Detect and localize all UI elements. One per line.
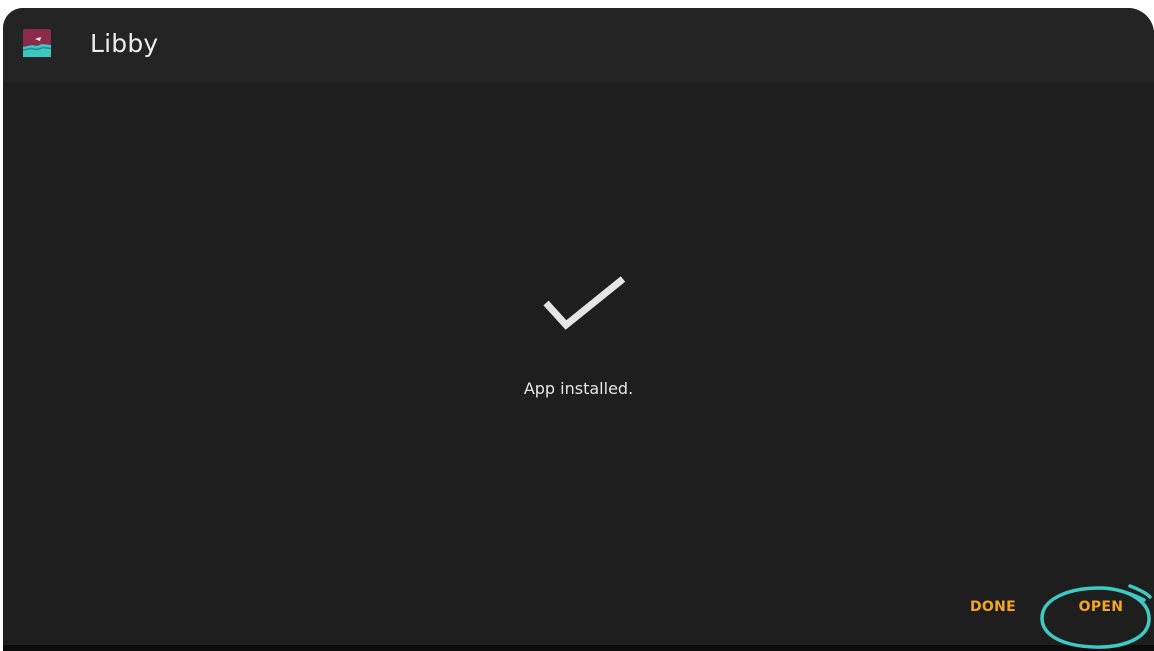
status-message: App installed. — [523, 379, 634, 398]
done-button[interactable]: DONE — [953, 592, 1033, 622]
dialog-content: App installed. DONE OPEN — [3, 82, 1154, 645]
open-button[interactable]: OPEN — [1061, 592, 1141, 622]
title-bar: Libby — [3, 8, 1154, 82]
bottom-edge — [3, 645, 1154, 651]
libby-app-icon — [23, 29, 51, 57]
app-title: Libby — [90, 29, 159, 58]
install-dialog: Libby App installed. DONE OPEN — [3, 8, 1154, 645]
checkmark-icon — [543, 276, 626, 330]
